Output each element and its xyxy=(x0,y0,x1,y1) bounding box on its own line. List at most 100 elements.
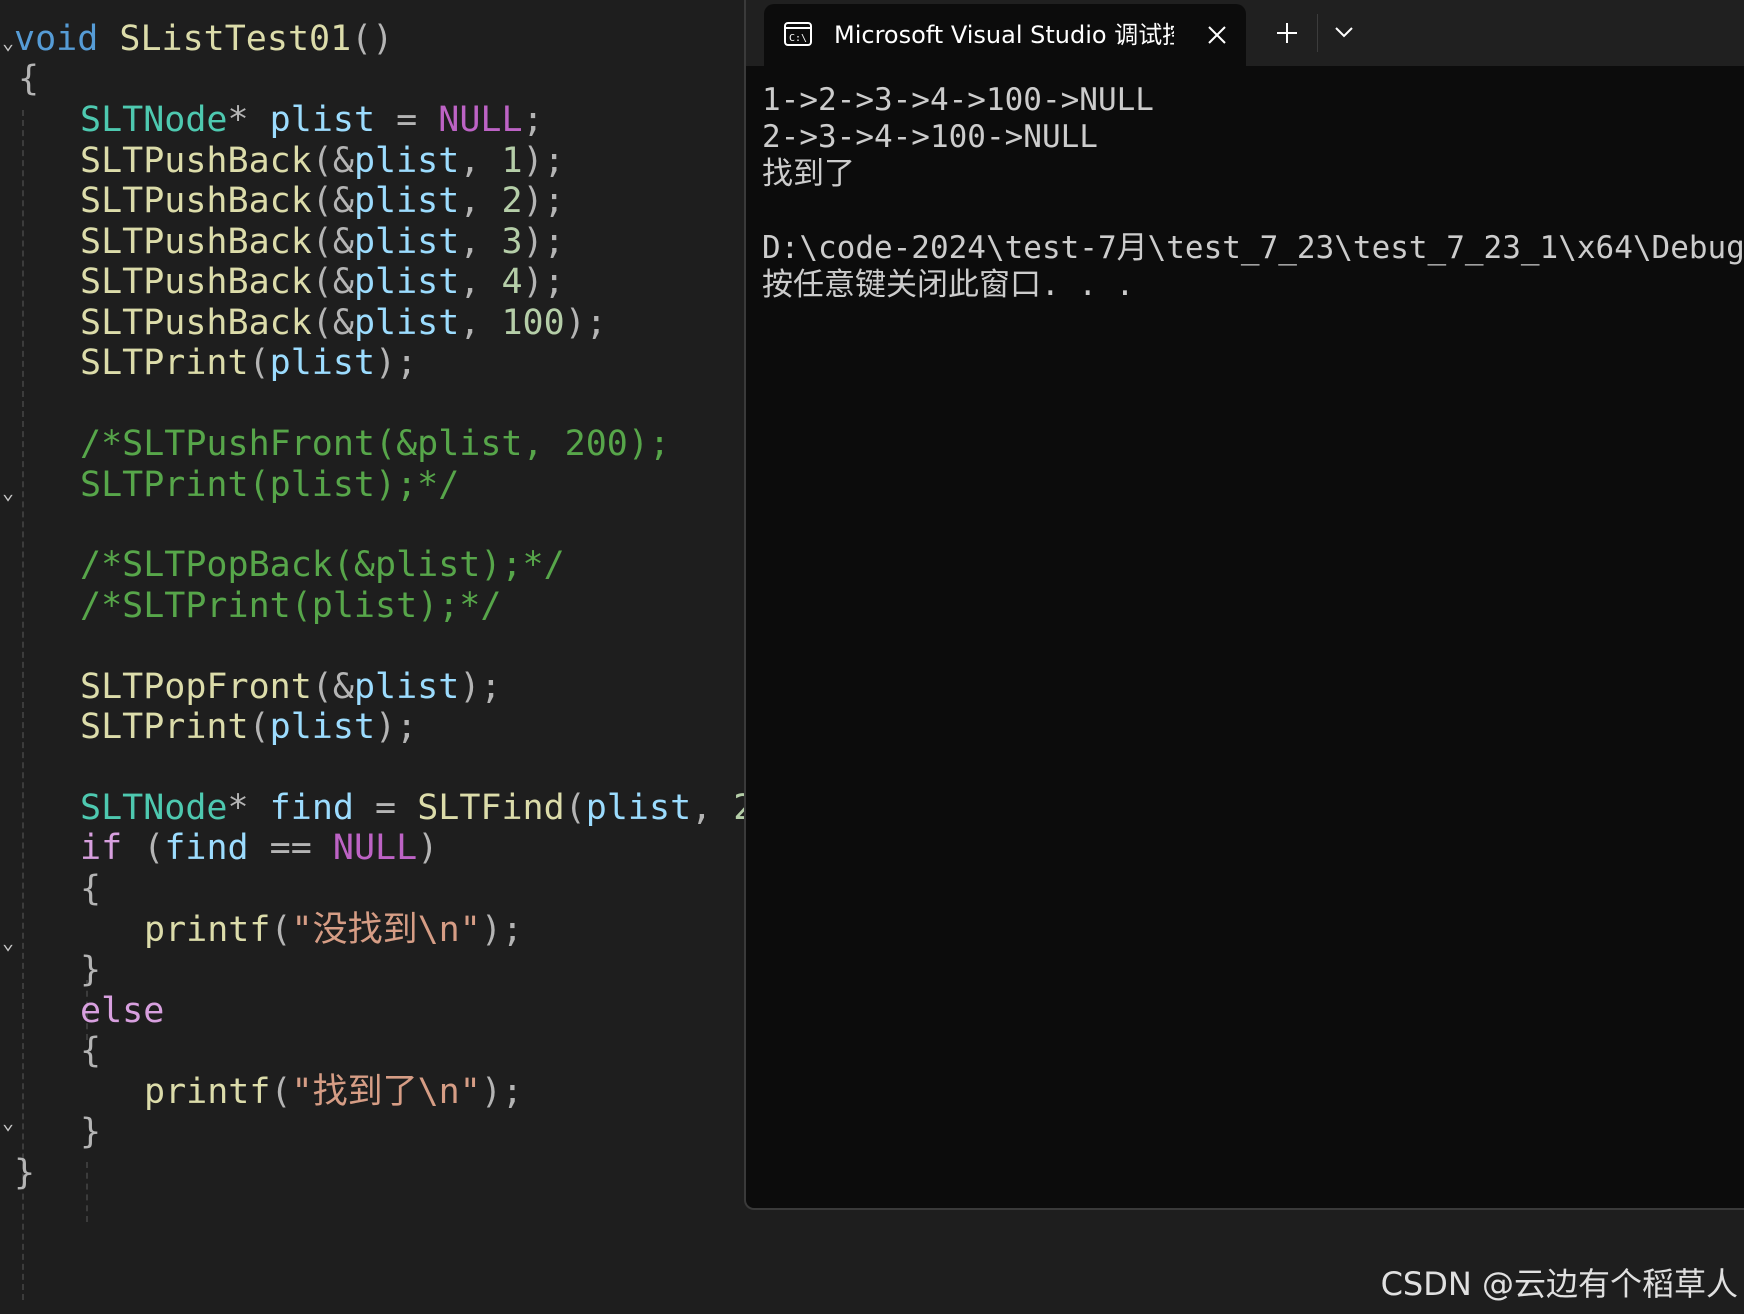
code-line: SLTPopFront(&plist); xyxy=(80,666,501,711)
code-token: , xyxy=(691,788,734,828)
code-line: { xyxy=(80,1030,101,1075)
console-line: 2->3->4->100->NULL xyxy=(762,119,1098,155)
tab-separator xyxy=(1317,14,1318,52)
code-token: plist xyxy=(353,222,460,262)
code-token: } xyxy=(14,1153,36,1193)
code-line: SLTNode* find = SLTFind(plist, 2); xyxy=(80,787,744,832)
code-token: ); xyxy=(522,262,565,302)
indent-guide xyxy=(22,110,24,1300)
code-line: } xyxy=(80,1111,101,1156)
code-token: plist xyxy=(269,343,376,383)
code-line: printf("没找到\n"); xyxy=(144,909,523,954)
code-token: plist xyxy=(353,262,460,302)
code-line: SLTPushBack(&plist, 100); xyxy=(80,302,607,347)
fold-toggle-icon[interactable]: ⌄ xyxy=(2,932,14,952)
code-token: ( xyxy=(270,1072,292,1112)
code-token: plist xyxy=(269,100,376,140)
code-token: find xyxy=(269,788,354,828)
code-token: plist xyxy=(353,303,460,343)
close-icon[interactable] xyxy=(1204,22,1230,48)
code-token: /*SLTPopBack(&plist);*/ xyxy=(80,545,565,585)
code-line: SLTPushBack(&plist, 4); xyxy=(80,261,565,306)
code-token: 1 xyxy=(501,141,523,181)
fold-toggle-icon[interactable]: ⌄ xyxy=(2,482,14,502)
code-token: ); xyxy=(480,1072,523,1112)
code-line: SLTNode* plist = NULL; xyxy=(80,99,544,144)
code-token: SLTPrint xyxy=(80,707,249,747)
code-token: { xyxy=(80,1031,102,1071)
code-editor[interactable]: ⌄ ⌄ ⌄ ⌄ void SListTest01(){SLTNode* plis… xyxy=(0,0,744,1314)
chevron-down-icon[interactable] xyxy=(1332,24,1356,40)
plus-icon[interactable] xyxy=(1272,18,1302,48)
tab-strip: C:\ Microsoft Visual Studio 调试控制台 xyxy=(746,0,1744,66)
code-token: printf xyxy=(144,910,271,950)
code-token: 3 xyxy=(501,222,523,262)
code-token: else xyxy=(80,991,165,1031)
console-line: 找到了 xyxy=(762,156,855,192)
code-token: SLTNode xyxy=(80,100,228,140)
debug-console-window[interactable]: C:\ Microsoft Visual Studio 调试控制台 1->2->… xyxy=(744,0,1744,1210)
code-line: } xyxy=(80,949,101,994)
code-token: SLTPrint(plist);*/ xyxy=(80,465,460,505)
code-token: SLTPushBack xyxy=(80,303,312,343)
code-token: void xyxy=(14,19,99,59)
code-token: SLTPushBack xyxy=(80,141,312,181)
code-token: plist xyxy=(585,788,692,828)
fold-toggle-icon[interactable]: ⌄ xyxy=(2,32,14,52)
code-token: = xyxy=(353,788,418,828)
code-token: plist xyxy=(353,667,460,707)
code-token: 2 xyxy=(501,181,523,221)
code-token: (& xyxy=(311,303,354,343)
code-token: (& xyxy=(311,667,354,707)
code-line: } xyxy=(14,1152,35,1197)
code-line: if (find == NULL) xyxy=(80,827,438,872)
code-token: (& xyxy=(311,141,354,181)
code-token: * xyxy=(227,100,270,140)
code-token: , xyxy=(459,303,502,343)
code-line: void SListTest01() xyxy=(14,18,393,63)
fold-toggle-icon[interactable]: ⌄ xyxy=(2,1112,14,1132)
code-token: SLTPrint xyxy=(80,343,249,383)
code-token: ); xyxy=(522,181,565,221)
code-token: ) xyxy=(417,828,439,868)
code-line: { xyxy=(80,868,101,913)
code-token: printf xyxy=(144,1072,271,1112)
code-line: else xyxy=(80,990,164,1035)
code-token: SLTPushBack xyxy=(80,181,312,221)
svg-text:C:\: C:\ xyxy=(789,33,807,44)
code-token: "找到了\n" xyxy=(291,1072,481,1112)
console-output: 1->2->3->4->100->NULL 2->3->4->100->NULL… xyxy=(762,82,1744,304)
code-token: } xyxy=(80,950,102,990)
code-token: SListTest01 xyxy=(119,19,352,59)
code-token: ( xyxy=(564,788,586,828)
code-token: ); xyxy=(375,343,418,383)
tab-title: Microsoft Visual Studio 调试控制台 xyxy=(834,21,1174,49)
code-token: , xyxy=(459,141,502,181)
code-token: ( xyxy=(248,707,270,747)
code-token: ( xyxy=(122,828,165,868)
code-token: /*SLTPushFront(&plist, 200); xyxy=(80,424,671,464)
code-token: ); xyxy=(522,222,565,262)
code-token: ); xyxy=(459,667,502,707)
code-token: ); xyxy=(480,910,523,950)
code-line: /*SLTPopBack(&plist);*/ xyxy=(80,544,565,589)
code-token: plist xyxy=(353,141,460,181)
code-line: /*SLTPushFront(&plist, 200); xyxy=(80,423,670,468)
code-token: (& xyxy=(311,222,354,262)
code-line: printf("找到了\n"); xyxy=(144,1071,523,1116)
code-token: SLTPopFront xyxy=(80,667,312,707)
code-line: SLTPrint(plist); xyxy=(80,706,417,751)
code-token: ( xyxy=(248,343,270,383)
code-token: SLTPushBack xyxy=(80,262,312,302)
code-token: 4 xyxy=(501,262,523,302)
console-line: D:\code-2024\test-7月\test_7_23\test_7_23… xyxy=(762,230,1744,266)
code-line: SLTPrint(plist);*/ xyxy=(80,464,459,509)
code-token: , xyxy=(459,181,502,221)
code-token: * xyxy=(227,788,270,828)
indent-guide-else-block xyxy=(86,1162,88,1222)
tab-debug-console[interactable]: C:\ Microsoft Visual Studio 调试控制台 xyxy=(764,4,1246,66)
code-token: SLTFind xyxy=(417,788,565,828)
code-token: ); xyxy=(375,707,418,747)
code-token: ( xyxy=(270,910,292,950)
